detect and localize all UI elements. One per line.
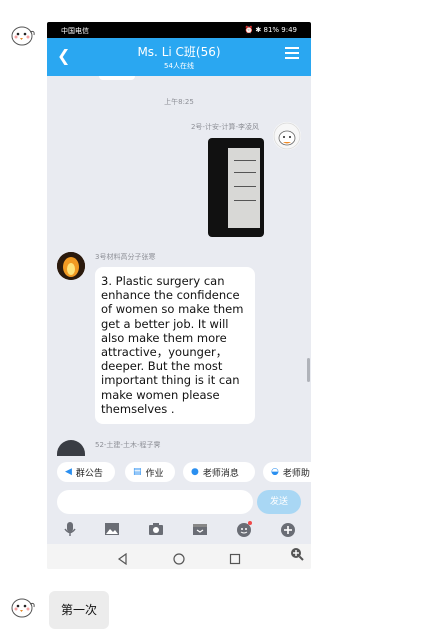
plus-icon[interactable] bbox=[279, 520, 297, 538]
chip-teacher-assistant[interactable]: ◒ 老师助 bbox=[263, 462, 311, 482]
chat-icon: ● bbox=[191, 467, 199, 477]
microphone-icon[interactable] bbox=[61, 520, 79, 538]
megaphone-icon: ◀ bbox=[65, 467, 72, 477]
chip-teacher-messages[interactable]: ● 老师消息 bbox=[183, 462, 255, 482]
carrier-label: 中国电信 bbox=[61, 27, 89, 35]
sender-name: 3号材料高分子张寒 bbox=[95, 253, 156, 261]
chat-header: ❮ Ms. Li C班(56) 54人在线 bbox=[47, 38, 311, 76]
nav-home-icon[interactable] bbox=[173, 550, 185, 569]
input-row: 发送 bbox=[47, 487, 311, 519]
send-button[interactable]: 发送 bbox=[257, 490, 301, 514]
previous-message-edge bbox=[99, 76, 135, 80]
menu-icon[interactable] bbox=[285, 47, 299, 62]
sender-avatar[interactable] bbox=[273, 122, 301, 150]
status-right: ⏰ ✱ 81% 9:49 bbox=[244, 26, 297, 34]
group-title: Ms. Li C班(56) bbox=[137, 45, 221, 59]
camera-icon[interactable] bbox=[147, 520, 165, 538]
user-avatar-top[interactable] bbox=[8, 22, 36, 48]
chip-homework[interactable]: ▤ 作业 bbox=[125, 462, 175, 482]
chat-message-bubble[interactable]: 第一次 bbox=[49, 591, 109, 629]
document-icon: ▤ bbox=[133, 467, 142, 477]
user-avatar-bottom[interactable] bbox=[8, 594, 36, 620]
nav-back-icon[interactable] bbox=[117, 550, 129, 569]
message-input[interactable] bbox=[57, 490, 253, 514]
time-divider: 上午8:25 bbox=[164, 98, 194, 106]
image-icon[interactable] bbox=[103, 520, 121, 538]
users-icon: ◒ bbox=[271, 467, 279, 477]
zoom-in-icon[interactable] bbox=[289, 546, 305, 566]
quick-actions: ◀ 群公告 ▤ 作业 ● 老师消息 ◒ 老师助 bbox=[47, 460, 311, 486]
chip-announcement[interactable]: ◀ 群公告 bbox=[57, 462, 115, 482]
system-navigation-bar bbox=[47, 544, 311, 569]
sender-avatar[interactable] bbox=[57, 252, 85, 280]
sender-name: 52-土建-土木-程子霁 bbox=[95, 441, 161, 449]
phone-screenshot[interactable]: 中国电信 ⏰ ✱ 81% 9:49 ❮ Ms. Li C班(56) 54人在线 … bbox=[47, 22, 311, 569]
scrollbar[interactable] bbox=[307, 358, 310, 382]
sender-name: 2号-计安-计算-李凌风 bbox=[190, 123, 259, 131]
emoji-icon[interactable] bbox=[235, 520, 253, 538]
text-message-bubble[interactable]: 3. Plastic surgery can enhance the confi… bbox=[95, 267, 255, 424]
toolbar bbox=[47, 518, 311, 540]
image-message[interactable] bbox=[208, 138, 264, 237]
gift-icon[interactable] bbox=[191, 520, 209, 538]
sender-avatar[interactable] bbox=[57, 440, 85, 456]
nav-recents-icon[interactable] bbox=[229, 550, 241, 569]
status-bar: 中国电信 ⏰ ✱ 81% 9:49 bbox=[47, 22, 311, 38]
online-count: 54人在线 bbox=[164, 62, 194, 70]
